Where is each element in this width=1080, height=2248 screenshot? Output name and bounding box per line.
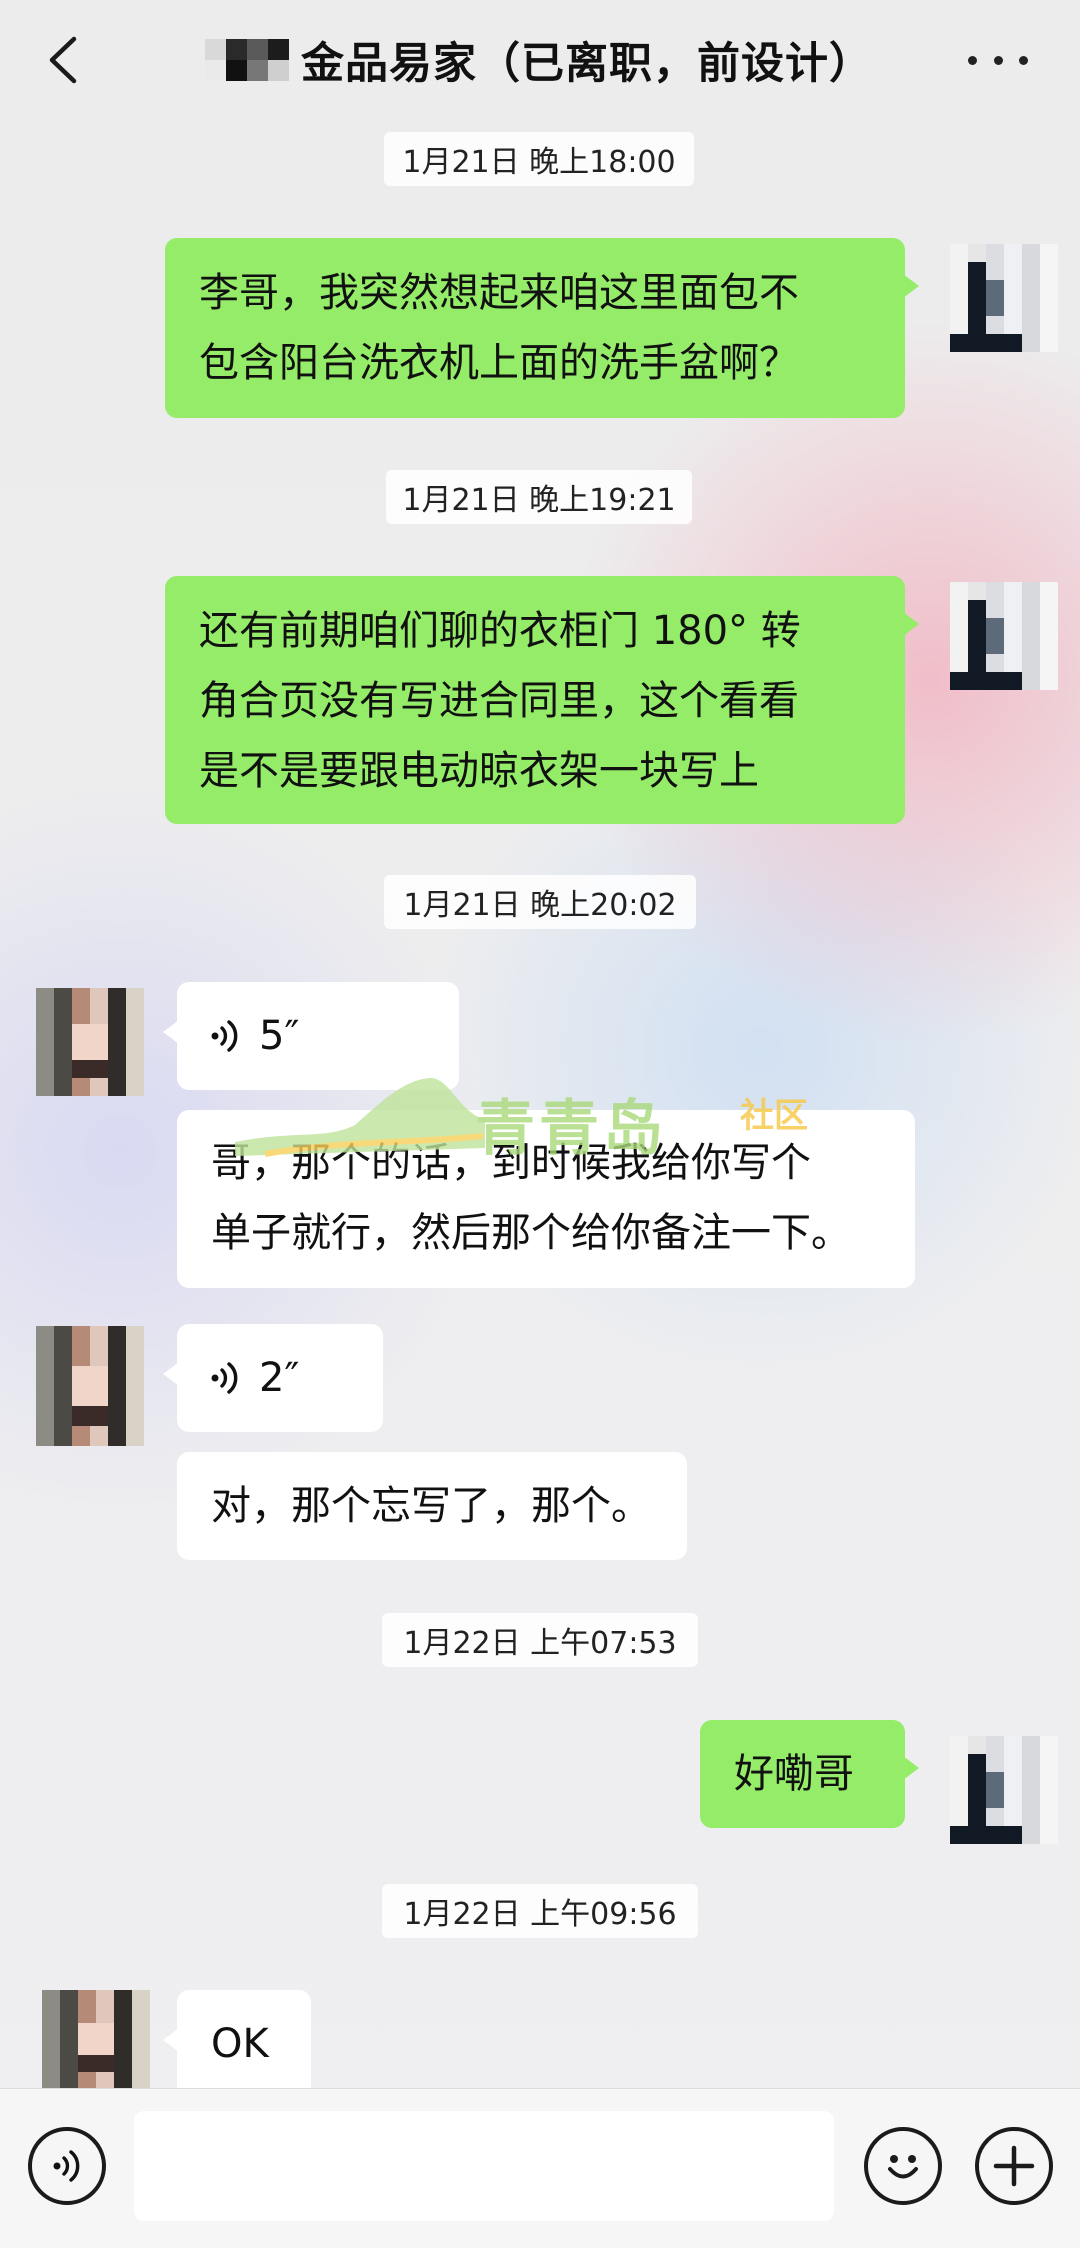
more-dots-icon (968, 55, 977, 65)
timestamp: 1月21日 晚上19:21 (386, 470, 692, 524)
timestamp: 1月21日 晚上20:02 (384, 875, 696, 929)
emoji-button[interactable] (864, 2127, 942, 2205)
message-line: OK (211, 2021, 269, 2067)
voice-input-button[interactable] (28, 2127, 106, 2205)
message-line: 单子就行，然后那个给你备注一下。 (211, 1210, 851, 1256)
timestamp: 1月22日 上午09:56 (382, 1884, 698, 1938)
message-line: 包含阳台洗衣机上面的洗手盆啊？ (199, 340, 799, 386)
redacted-name-mosaic (205, 39, 289, 81)
chevron-left-icon (49, 36, 77, 84)
contact-avatar[interactable] (36, 1326, 144, 1446)
message-bubble-received[interactable]: 哥，那个的话，到时候我给你写个 单子就行，然后那个给你备注一下。 (177, 1110, 915, 1288)
chat-title-wrap: 金品易家（已离职，前设计） (205, 28, 873, 92)
my-avatar[interactable] (950, 1736, 1058, 1844)
message-bubble-received[interactable]: OK (163, 1990, 311, 2088)
plus-button[interactable] (975, 2127, 1053, 2205)
message-line: 是不是要跟电动晾衣架一块写上 (199, 748, 759, 794)
voice-wave-icon (211, 1362, 238, 1394)
my-avatar[interactable] (950, 582, 1058, 690)
timestamp: 1月22日 上午07:53 (382, 1613, 698, 1667)
more-button[interactable] (968, 40, 1028, 80)
my-avatar[interactable] (950, 244, 1058, 352)
voice-message-bubble[interactable]: 2″ (163, 1324, 383, 1432)
message-input[interactable] (134, 2111, 834, 2221)
chat-title: 金品易家（已离职，前设计） (301, 39, 873, 89)
voice-wave-icon (211, 1020, 238, 1052)
message-bubble-sent[interactable]: 李哥，我突然想起来咱这里面包不 包含阳台洗衣机上面的洗手盆啊？ (165, 238, 919, 418)
timestamp: 1月21日 晚上18:00 (384, 132, 694, 186)
message-bubble-sent[interactable]: 还有前期咱们聊的衣柜门 180° 转 角合页没有写进合同里，这个看看 是不是要跟… (165, 576, 919, 824)
chat-header: 金品易家（已离职，前设计） (0, 0, 1080, 125)
plus-icon (993, 2145, 1035, 2187)
message-line: 哥，那个的话，到时候我给你写个 (211, 1140, 811, 1186)
message-line: 对，那个忘写了，那个。 (211, 1483, 651, 1529)
message-line: 还有前期咱们聊的衣柜门 180° 转 (199, 608, 801, 654)
contact-avatar[interactable] (42, 1990, 150, 2088)
input-bar (0, 2088, 1080, 2248)
voice-input-icon (53, 2150, 80, 2182)
voice-duration: 5″ (259, 1013, 300, 1059)
back-button[interactable] (38, 30, 88, 90)
contact-avatar[interactable] (36, 988, 144, 1096)
emoji-icon (888, 2155, 918, 2179)
message-line: 好嘞哥 (734, 1751, 854, 1797)
voice-message-bubble[interactable]: 5″ (163, 982, 459, 1090)
message-line: 角合页没有写进合同里，这个看看 (199, 678, 799, 724)
message-line: 李哥，我突然想起来咱这里面包不 (199, 270, 799, 316)
voice-duration: 2″ (259, 1355, 300, 1401)
message-bubble-sent[interactable]: 好嘞哥 (700, 1720, 919, 1828)
message-bubble-received[interactable]: 对，那个忘写了，那个。 (177, 1452, 687, 1560)
